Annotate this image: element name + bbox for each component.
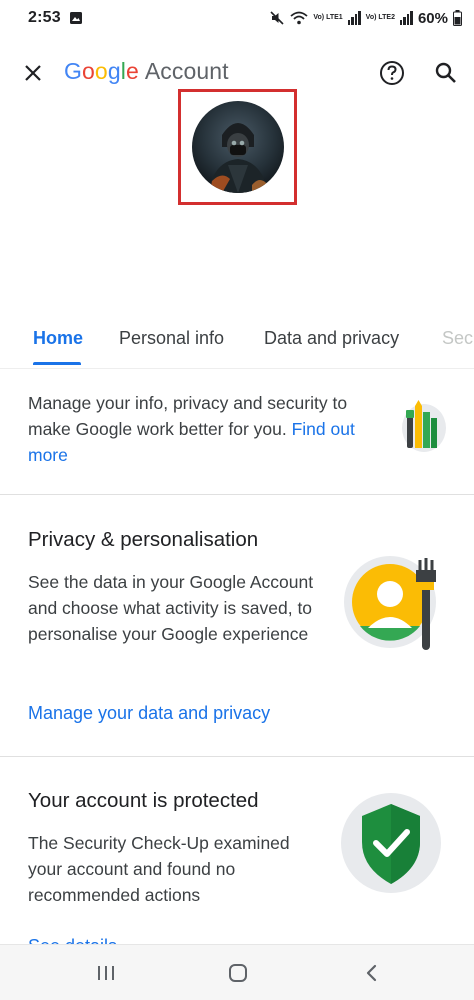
manage-data-privacy-link[interactable]: Manage your data and privacy (28, 703, 270, 724)
avatar-highlight-frame (178, 89, 297, 205)
gallery-notification-icon (69, 12, 82, 24)
privacy-personalisation-illustration-icon (344, 556, 436, 650)
logo-letter: o (94, 58, 108, 84)
security-body: The Security Check-Up examined your acco… (28, 833, 290, 905)
see-details-link[interactable]: See details (28, 936, 117, 944)
status-time: 2:53 (28, 9, 61, 26)
battery-icon (453, 10, 462, 26)
back-icon (366, 964, 377, 982)
app-title: Google Account (64, 58, 229, 85)
sim2-label: Vo) LTE2 (365, 14, 395, 21)
tabs-divider (0, 368, 474, 369)
help-icon (380, 61, 404, 85)
privacy-title: Privacy & personalisation (28, 528, 259, 551)
privacy-body: See the data in your Google Account and … (28, 572, 314, 644)
privacy-divider (0, 756, 474, 757)
home-icon (229, 964, 247, 982)
title-account: Account (144, 58, 229, 84)
signal-1-icon (347, 11, 361, 25)
mute-icon (270, 11, 284, 25)
recent-apps-button[interactable] (92, 959, 120, 987)
tab-bar: Home Personal info Data and privacy Sec (0, 316, 474, 368)
google-logo: Google (64, 58, 139, 85)
logo-letter: g (107, 58, 121, 84)
tab-security[interactable]: Sec (442, 328, 473, 349)
back-button[interactable] (358, 959, 386, 987)
recent-apps-icon (98, 966, 114, 980)
security-title: Your account is protected (28, 789, 259, 812)
logo-letter: o (82, 58, 95, 84)
battery-percent: 60% (417, 9, 448, 27)
tab-data-and-privacy[interactable]: Data and privacy (264, 328, 399, 349)
close-button[interactable] (20, 60, 46, 86)
tab-personal-info[interactable]: Personal info (119, 328, 224, 349)
intro-text: Manage your info, privacy and security t… (28, 390, 378, 468)
search-button[interactable] (431, 58, 461, 88)
sim1-label: Vo) LTE1 (313, 14, 343, 21)
system-nav-bar (0, 944, 474, 1000)
home-button[interactable] (224, 959, 252, 987)
status-bar: 2:53 Vo) LTE1 Vo) LTE2 60% (0, 0, 474, 36)
intro-divider (0, 494, 474, 495)
shield-check-icon (341, 793, 441, 893)
tools-illustration-icon (402, 400, 446, 452)
tab-home[interactable]: Home (33, 328, 83, 349)
wifi-icon (290, 11, 308, 25)
active-tab-indicator (33, 362, 81, 365)
help-button[interactable] (377, 58, 407, 88)
avatar-image (191, 101, 284, 193)
close-icon (25, 65, 41, 81)
signal-2-icon (399, 11, 413, 25)
logo-letter: G (64, 58, 82, 84)
search-icon (435, 62, 456, 83)
avatar[interactable] (191, 101, 284, 193)
logo-letter: e (125, 58, 139, 84)
